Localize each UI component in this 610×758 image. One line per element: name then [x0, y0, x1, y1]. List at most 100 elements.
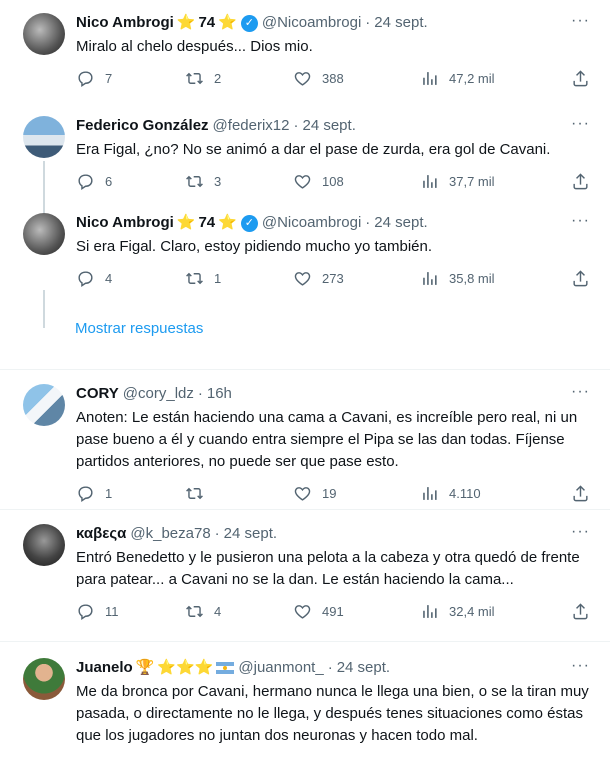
author-handle[interactable]: @cory_ldz	[123, 384, 194, 404]
like-button[interactable]: 19	[293, 484, 420, 503]
avatar[interactable]	[23, 384, 65, 426]
tweet[interactable]: Nico Ambrogi ⭐ 74 ⭐ ✓ @Nicoambrogi · 24 …	[0, 0, 610, 104]
reply-icon	[76, 69, 95, 88]
author-name[interactable]: Nico Ambrogi	[76, 13, 174, 33]
tweet[interactable]: Nico Ambrogi ⭐ 74 ⭐ ✓ @Nicoambrogi · 24 …	[0, 201, 610, 298]
tweet[interactable]: Juanelo 🏆 ⭐⭐⭐ @juanmont_ · 24 sept. ··· …	[0, 642, 610, 758]
tweet-actions: 11 4 491 32,4 mil	[76, 602, 594, 621]
share-button[interactable]	[571, 69, 590, 88]
author-name[interactable]: καβεςα	[76, 524, 126, 544]
tweet[interactable]: καβεςα @k_beza78 · 24 sept. ··· Entró Be…	[0, 510, 610, 642]
tweet-header: Federico González @federix12 · 24 sept.	[76, 116, 594, 136]
like-button[interactable]: 491	[293, 602, 420, 621]
author-name[interactable]: Juanelo	[76, 658, 133, 678]
reply-button[interactable]: 7	[76, 69, 185, 88]
more-icon[interactable]: ···	[571, 12, 590, 30]
separator: ·	[365, 214, 371, 231]
views-count: 35,8 mil	[449, 271, 495, 286]
reply-button[interactable]: 11	[76, 602, 185, 621]
author-name[interactable]: Nico Ambrogi	[76, 213, 174, 233]
like-button[interactable]: 388	[293, 69, 420, 88]
tweet-actions: 7 2 388 47,2 mil	[76, 69, 594, 88]
views-button[interactable]: 47,2 mil	[420, 69, 495, 88]
tweet[interactable]: CORY @cory_ldz · 16h ··· Anoten: Le está…	[0, 370, 610, 510]
reply-button[interactable]: 1	[76, 484, 185, 503]
like-icon	[293, 484, 312, 503]
reply-button[interactable]: 4	[76, 269, 185, 288]
author-name[interactable]: Federico González	[76, 116, 209, 136]
share-button[interactable]	[571, 484, 590, 503]
reply-button[interactable]: 6	[76, 172, 185, 191]
like-button[interactable]: 108	[293, 172, 420, 191]
reply-icon	[76, 172, 95, 191]
more-icon[interactable]: ···	[571, 383, 590, 401]
show-replies-link[interactable]: Mostrar respuestas	[0, 298, 610, 337]
more-icon[interactable]: ···	[571, 657, 590, 675]
like-button[interactable]: 273	[293, 269, 420, 288]
retweet-icon	[185, 269, 204, 288]
author-handle[interactable]: @federix12	[213, 116, 290, 136]
show-replies-row: Mostrar respuestas	[0, 298, 610, 370]
retweet-button[interactable]	[185, 484, 293, 503]
verified-icon: ✓	[240, 214, 258, 232]
views-icon	[420, 602, 439, 621]
author-handle[interactable]: @Nicoambrogi	[262, 213, 361, 233]
views-button[interactable]: 32,4 mil	[420, 602, 495, 621]
star-icon: ⭐	[176, 14, 196, 31]
share-button[interactable]	[571, 172, 590, 191]
retweet-button[interactable]: 3	[185, 172, 293, 191]
stars-icons: ⭐⭐⭐	[157, 659, 214, 676]
avatar[interactable]	[23, 213, 65, 255]
retweet-button[interactable]: 4	[185, 602, 293, 621]
reply-icon	[76, 484, 95, 503]
retweet-button[interactable]: 2	[185, 69, 293, 88]
timestamp[interactable]: 24 sept.	[302, 116, 355, 136]
views-icon	[420, 484, 439, 503]
more-icon[interactable]: ···	[571, 523, 590, 541]
reply-count: 11	[105, 604, 119, 619]
like-icon	[293, 69, 312, 88]
author-name[interactable]: CORY	[76, 384, 119, 404]
views-button[interactable]: 35,8 mil	[420, 269, 495, 288]
author-handle[interactable]: @k_beza78	[130, 524, 210, 544]
separator: ·	[365, 14, 371, 31]
views-count: 4.110	[449, 486, 481, 501]
like-count: 491	[322, 604, 344, 619]
avatar[interactable]	[23, 658, 65, 700]
retweet-icon	[185, 484, 204, 503]
views-button[interactable]: 37,7 mil	[420, 172, 495, 191]
more-icon[interactable]: ···	[571, 212, 590, 230]
timestamp[interactable]: 24 sept.	[224, 524, 277, 544]
share-button[interactable]	[571, 602, 590, 621]
share-icon	[571, 172, 590, 191]
retweet-button[interactable]: 1	[185, 269, 293, 288]
avatar[interactable]	[23, 524, 65, 566]
tweet-text: Entró Benedetto y le pusieron una pelota…	[76, 549, 580, 588]
argentina-flag-icon	[216, 662, 235, 674]
author-handle[interactable]: @juanmont_	[238, 658, 323, 678]
views-icon	[420, 172, 439, 191]
timestamp[interactable]: 24 sept.	[374, 13, 427, 33]
tweet-actions: 6 3 108 37,7 mil	[76, 172, 594, 191]
views-count: 47,2 mil	[449, 71, 495, 86]
separator: ·	[197, 385, 203, 402]
views-button[interactable]: 4.110	[420, 484, 481, 503]
tweet-text: Miralo al chelo después... Dios mio.	[76, 38, 313, 55]
avatar[interactable]	[23, 116, 65, 158]
author-handle[interactable]: @Nicoambrogi	[262, 13, 361, 33]
timestamp[interactable]: 16h	[207, 384, 232, 404]
avatar[interactable]	[23, 13, 65, 55]
retweet-count: 3	[214, 174, 222, 189]
tweet-header: Juanelo 🏆 ⭐⭐⭐ @juanmont_ · 24 sept.	[76, 658, 594, 678]
star-icon: ⭐	[176, 214, 196, 231]
timestamp[interactable]: 24 sept.	[337, 658, 390, 678]
timestamp[interactable]: 24 sept.	[374, 213, 427, 233]
like-count: 273	[322, 271, 344, 286]
retweet-count: 2	[214, 71, 222, 86]
more-icon[interactable]: ···	[571, 115, 590, 133]
like-icon	[293, 602, 312, 621]
share-icon	[571, 69, 590, 88]
share-button[interactable]	[571, 269, 590, 288]
author-number: 74	[198, 14, 216, 31]
tweet[interactable]: Federico González @federix12 · 24 sept. …	[0, 104, 610, 201]
